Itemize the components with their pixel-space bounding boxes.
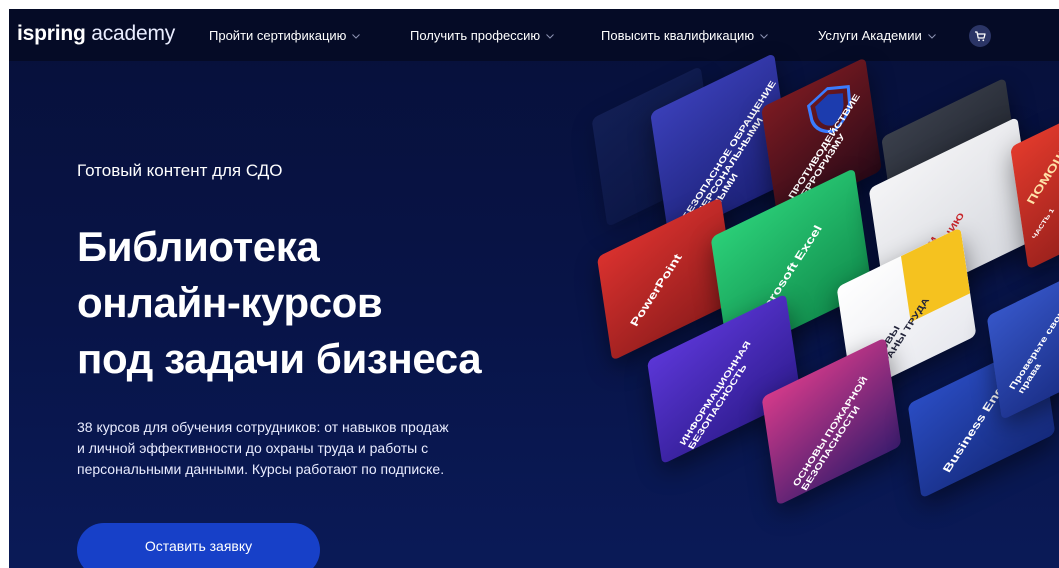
hero-title-line: Библиотека <box>77 223 320 270</box>
chevron-down-icon <box>927 27 936 42</box>
card-title: ПОМОЩЬ <box>1023 138 1059 207</box>
cart-button[interactable] <box>969 25 991 47</box>
page-frame: ispring academy Пройти сертификацию Полу… <box>9 9 1059 568</box>
nav-certification[interactable]: Пройти сертификацию <box>209 27 361 43</box>
card-title: Проверьте свои права <box>1007 308 1059 396</box>
card-title: ОСНОВЫ ПОЖАРНОЙ БЕЗОПАСНОСТИ <box>791 375 871 493</box>
nav-profession[interactable]: Получить профессию <box>410 27 555 43</box>
hero-kicker: Готовый контент для СДО <box>77 161 283 180</box>
chevron-down-icon <box>760 27 768 42</box>
nav-label: Пройти сертификацию <box>209 28 347 43</box>
nav-label: Услуги Академии <box>818 28 922 43</box>
chevron-down-icon <box>546 27 555 42</box>
card-subtitle: ЧАСТЬ 1 <box>1031 207 1056 241</box>
top-navigation: ispring academy Пройти сертификацию Полу… <box>9 9 1059 61</box>
nav-services[interactable]: Услуги Академии <box>818 27 936 43</box>
leave-request-button[interactable]: Оставить заявку <box>77 523 320 568</box>
logo-bold: ispring <box>17 22 86 45</box>
description-line: и личной эффективности до охраны труда и… <box>77 440 429 456</box>
logo-light: academy <box>91 22 176 45</box>
hero-title-line: под задачи бизнеса <box>77 335 482 382</box>
nav-label: Повысить квалификацию <box>601 28 755 43</box>
description-line: 38 курсов для обучения сотрудников: от н… <box>77 419 449 435</box>
chevron-down-icon <box>352 27 361 42</box>
ispring-academy-logo[interactable]: ispring academy <box>17 22 175 46</box>
hero-title-line: онлайн-курсов <box>77 279 383 326</box>
hero-description: 38 курсов для обучения сотрудников: от н… <box>77 417 517 480</box>
nav-qualification[interactable]: Повысить квалификацию <box>601 27 768 43</box>
hero-title: Библиотека онлайн-курсов под задачи бизн… <box>77 219 597 387</box>
nav-label: Получить профессию <box>410 28 541 43</box>
card-title: PowerPoint <box>627 251 685 329</box>
description-line: персональными данными. Курсы работают по… <box>77 461 445 477</box>
cart-icon <box>975 31 986 42</box>
